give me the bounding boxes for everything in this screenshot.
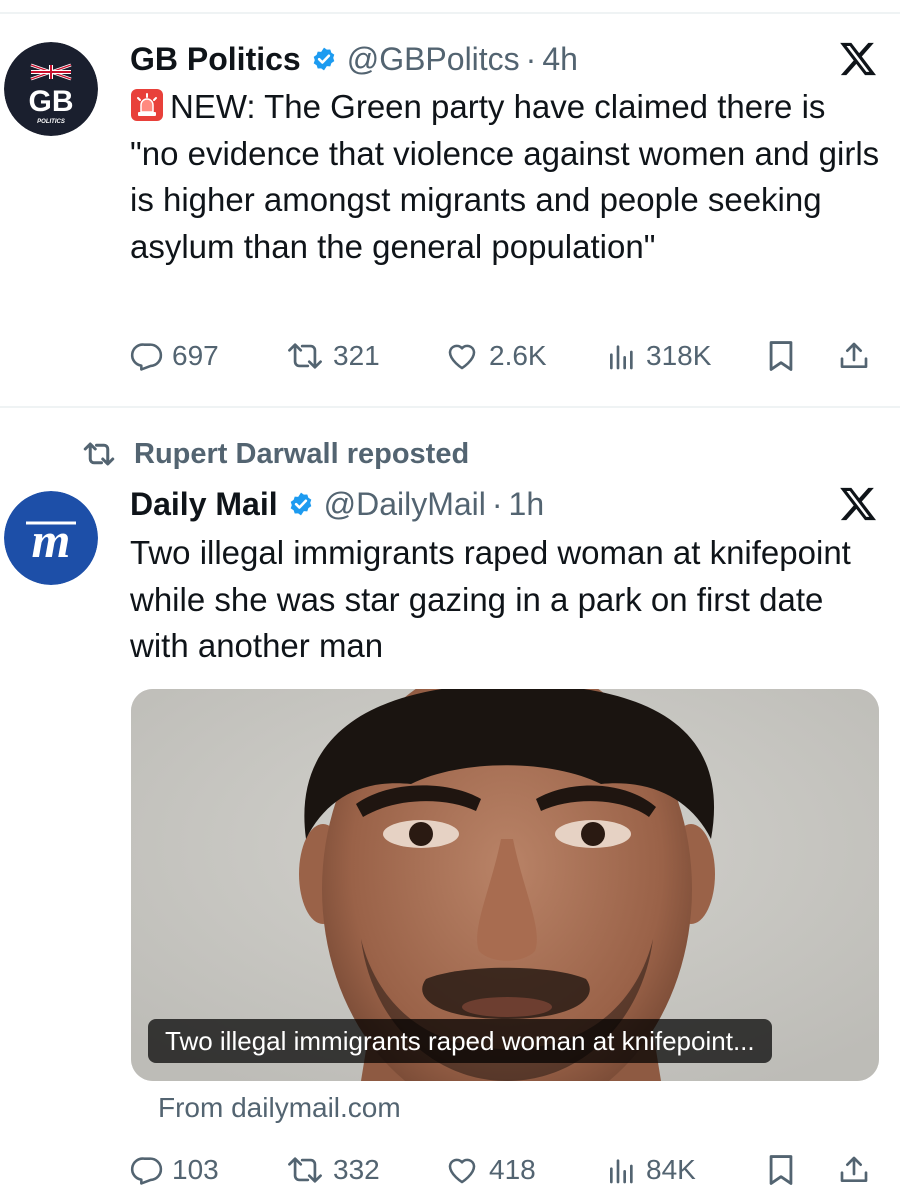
views-chart-icon: [610, 345, 633, 370]
tweet-header: Daily Mail @DailyMail · 1h: [130, 482, 830, 526]
siren-emoji-icon: [131, 89, 163, 121]
views-button[interactable]: 318K: [606, 336, 711, 376]
bookmark-button[interactable]: [766, 336, 796, 376]
x-logo-icon: [840, 42, 876, 76]
display-name[interactable]: GB Politics: [130, 41, 301, 78]
repost-context-label: Rupert Darwall reposted: [134, 437, 470, 470]
display-name[interactable]: Daily Mail: [130, 486, 278, 523]
repost-count: 332: [333, 1154, 380, 1185]
link-card[interactable]: Two illegal immigrants raped woman at kn…: [131, 689, 879, 1081]
action-bar: 697 321 2.6K 318K: [130, 336, 875, 376]
x-logo-icon: [840, 487, 876, 521]
handle[interactable]: @DailyMail: [324, 486, 486, 523]
reply-icon: [130, 1157, 163, 1185]
repost-icon: [288, 1157, 322, 1183]
verified-badge-icon: [313, 47, 334, 71]
separator-dot: ·: [491, 485, 503, 522]
daily-mail-avatar[interactable]: m: [4, 491, 98, 585]
heart-icon: [448, 1158, 476, 1184]
like-count: 418: [489, 1154, 536, 1185]
tweet-text: NEW: The Green party have claimed there …: [130, 84, 880, 270]
like-button[interactable]: 2.6K: [443, 336, 547, 376]
repost-count: 321: [333, 340, 380, 371]
repost-context[interactable]: Rupert Darwall reposted: [80, 434, 469, 474]
reply-button[interactable]: 103: [130, 1150, 219, 1190]
view-count: 318K: [646, 340, 712, 371]
bookmark-button[interactable]: [766, 1150, 796, 1190]
repost-context-icon: [83, 442, 115, 466]
tweet-text: Two illegal immigrants raped woman at kn…: [130, 534, 851, 664]
repost-button[interactable]: 332: [285, 1150, 380, 1190]
gb-avatar-text: GB: [29, 85, 74, 118]
heart-icon: [448, 344, 476, 370]
share-button[interactable]: [838, 336, 870, 376]
share-icon: [840, 1156, 868, 1182]
view-count: 84K: [646, 1154, 696, 1185]
action-bar: 103 332 418 84K: [130, 1150, 875, 1190]
views-chart-icon: [610, 1159, 633, 1184]
verified-badge-icon: [290, 492, 311, 516]
card-caption: Two illegal immigrants raped woman at kn…: [148, 1019, 772, 1063]
timeline-feed: GB POLITICS GB Politics @GBPolitcs · 4h …: [0, 0, 900, 1200]
bookmark-icon: [769, 341, 793, 371]
like-count: 2.6K: [489, 340, 547, 371]
reply-button[interactable]: 697: [130, 336, 219, 376]
share-button[interactable]: [838, 1150, 870, 1190]
separator-dot: ·: [525, 40, 537, 77]
timestamp[interactable]: 4h: [542, 41, 578, 78]
reply-count: 103: [172, 1154, 219, 1185]
tweet-gb-politics[interactable]: GB POLITICS GB Politics @GBPolitcs · 4h …: [0, 0, 900, 400]
tweet-text-content: NEW: The Green party have claimed there …: [130, 88, 880, 265]
reply-count: 697: [172, 340, 219, 371]
share-icon: [840, 342, 868, 368]
card-source-link[interactable]: From dailymail.com: [158, 1092, 401, 1124]
tweet-divider: [0, 406, 900, 408]
like-button[interactable]: 418: [443, 1150, 536, 1190]
tweet-header: GB Politics @GBPolitcs · 4h: [130, 37, 830, 81]
gb-avatar-subtext: POLITICS: [37, 119, 65, 125]
bookmark-icon: [769, 1155, 793, 1185]
views-button[interactable]: 84K: [606, 1150, 696, 1190]
repost-button[interactable]: 321: [285, 336, 380, 376]
daily-mail-logo-icon: m: [32, 512, 71, 568]
gb-politics-avatar[interactable]: GB POLITICS: [4, 42, 98, 136]
reply-icon: [130, 343, 163, 371]
timestamp[interactable]: 1h: [509, 486, 545, 523]
handle[interactable]: @GBPolitcs: [347, 41, 520, 78]
repost-icon: [288, 343, 322, 369]
